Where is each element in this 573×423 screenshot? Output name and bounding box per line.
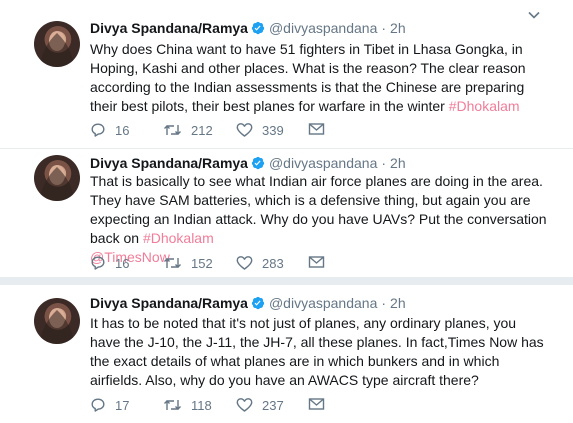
retweet-button[interactable]: 118 bbox=[163, 397, 212, 413]
direct-message-button[interactable] bbox=[308, 397, 325, 411]
reply-icon bbox=[90, 122, 106, 138]
divider bbox=[0, 277, 573, 285]
like-button[interactable]: 283 bbox=[236, 255, 284, 271]
user-handle[interactable]: @divyaspandana bbox=[269, 20, 377, 36]
envelope-icon bbox=[308, 122, 325, 136]
envelope-icon bbox=[308, 255, 325, 269]
user-handle[interactable]: @divyaspandana bbox=[269, 295, 377, 311]
timestamp[interactable]: 2h bbox=[390, 20, 406, 36]
retweet-icon bbox=[163, 397, 182, 413]
reply-icon bbox=[90, 397, 106, 413]
like-count: 237 bbox=[262, 397, 284, 413]
hashtag-link[interactable]: #Dhokalam bbox=[449, 98, 520, 114]
reply-button[interactable]: 17 bbox=[90, 397, 129, 413]
user-handle[interactable]: @divyaspandana bbox=[269, 155, 377, 171]
reply-icon bbox=[90, 255, 106, 271]
reply-count: 17 bbox=[115, 397, 130, 413]
like-button[interactable]: 339 bbox=[236, 122, 284, 138]
direct-message-button[interactable] bbox=[308, 255, 325, 269]
tweet-text: That is basically to see what Indian air… bbox=[90, 172, 548, 267]
display-name[interactable]: Divya Spandana/Ramya bbox=[90, 155, 248, 171]
timestamp[interactable]: 2h bbox=[390, 295, 406, 311]
separator: · bbox=[381, 20, 387, 36]
retweet-count: 152 bbox=[191, 255, 213, 271]
retweet-count: 118 bbox=[191, 397, 212, 413]
verified-badge-icon bbox=[251, 21, 265, 38]
retweet-icon bbox=[163, 122, 182, 138]
retweet-icon bbox=[163, 255, 182, 271]
retweet-button[interactable]: 152 bbox=[163, 255, 213, 271]
verified-badge-icon bbox=[251, 296, 265, 313]
like-count: 283 bbox=[262, 255, 284, 271]
heart-icon bbox=[236, 122, 253, 138]
tweet[interactable]: Divya Spandana/Ramya @divyaspandana · 2h Wh… bbox=[0, 0, 573, 148]
chevron-down-icon[interactable] bbox=[528, 6, 540, 24]
avatar[interactable] bbox=[34, 155, 80, 201]
tweet-header: Divya Spandana/Ramya @divyaspandana · 2h bbox=[90, 20, 406, 38]
tweet-text: It has to be noted that it's not just of… bbox=[90, 314, 548, 390]
verified-badge-icon bbox=[251, 156, 265, 173]
heart-icon bbox=[236, 255, 253, 271]
reply-button[interactable]: 16 bbox=[90, 255, 129, 271]
retweet-count: 212 bbox=[191, 122, 213, 138]
separator: · bbox=[381, 295, 387, 311]
tweet-header: Divya Spandana/Ramya @divyaspandana · 2h bbox=[90, 295, 406, 313]
heart-icon bbox=[236, 397, 253, 413]
display-name[interactable]: Divya Spandana/Ramya bbox=[90, 20, 248, 36]
avatar[interactable] bbox=[34, 21, 80, 67]
timestamp[interactable]: 2h bbox=[390, 155, 406, 171]
tweet-header: Divya Spandana/Ramya @divyaspandana · 2h bbox=[90, 155, 406, 173]
tweet-text: Why does China want to have 51 fighters … bbox=[90, 40, 548, 116]
reply-count: 16 bbox=[115, 122, 130, 138]
avatar[interactable] bbox=[34, 298, 80, 344]
tweet[interactable]: Divya Spandana/Ramya @divyaspandana · 2h Th… bbox=[0, 149, 573, 277]
envelope-icon bbox=[308, 397, 325, 411]
hashtag-link[interactable]: #Dhokalam bbox=[143, 230, 214, 246]
like-button[interactable]: 237 bbox=[236, 397, 284, 413]
tweet[interactable]: Divya Spandana/Ramya @divyaspandana · 2h It… bbox=[0, 285, 573, 423]
direct-message-button[interactable] bbox=[308, 122, 325, 136]
display-name[interactable]: Divya Spandana/Ramya bbox=[90, 295, 248, 311]
separator: · bbox=[381, 155, 387, 171]
retweet-button[interactable]: 212 bbox=[163, 122, 213, 138]
reply-count: 16 bbox=[115, 255, 130, 271]
tweet-feed: Divya Spandana/Ramya @divyaspandana · 2h Wh… bbox=[0, 0, 573, 423]
reply-button[interactable]: 16 bbox=[90, 122, 129, 138]
tweet-body: It has to be noted that it's not just of… bbox=[90, 315, 544, 388]
like-count: 339 bbox=[262, 122, 284, 138]
